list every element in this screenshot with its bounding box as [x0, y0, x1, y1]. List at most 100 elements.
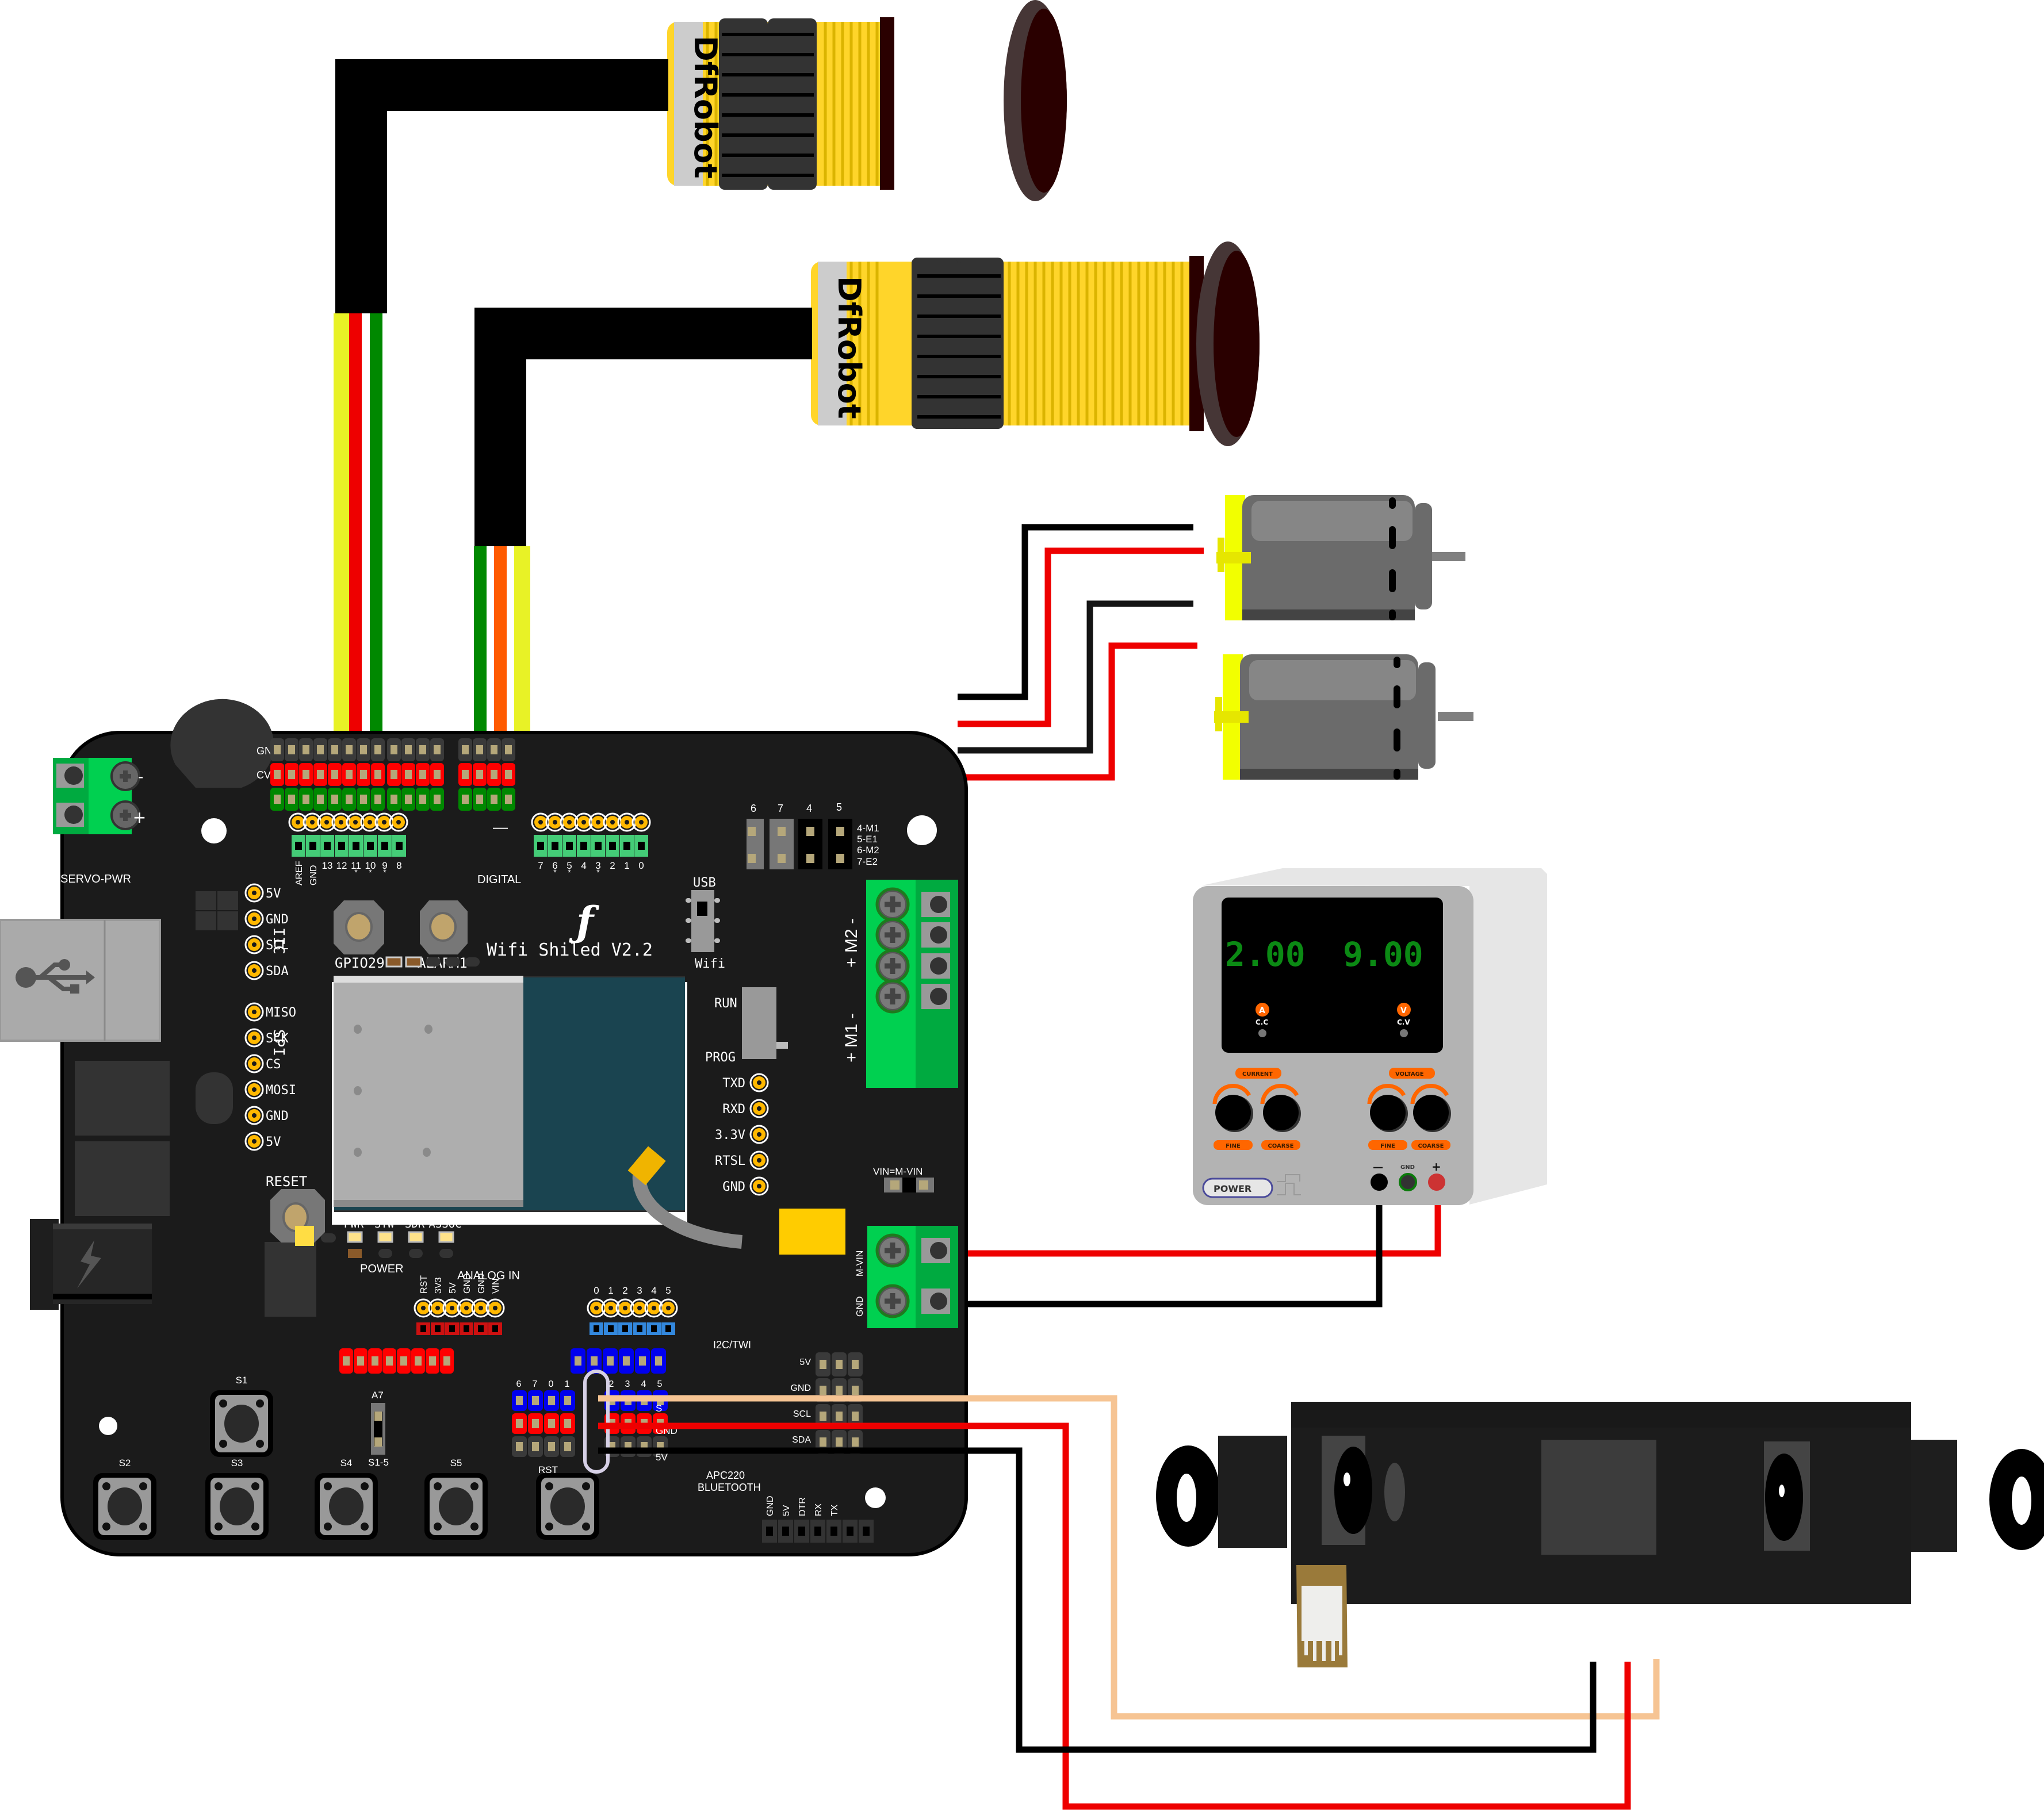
bank-signal-pin[interactable]: [528, 1390, 543, 1411]
servo-header-pin[interactable]: [328, 763, 342, 786]
analog-pin-a5[interactable]: [659, 1298, 678, 1318]
red-row-pin[interactable]: [426, 1348, 439, 1374]
bank-top-pin[interactable]: [571, 1348, 585, 1374]
servo-header-pin[interactable]: [299, 738, 313, 761]
gpio29-button[interactable]: GPIO29: [334, 900, 385, 971]
uart-pin-gnd[interactable]: [749, 1176, 769, 1196]
bank-5v-pin[interactable]: [637, 1436, 652, 1457]
servo-header-pin[interactable]: [487, 738, 501, 761]
bank-5v-pin[interactable]: [544, 1436, 559, 1457]
bank-gnd-pin[interactable]: [544, 1413, 559, 1434]
spi-header-pin-gnd[interactable]: [244, 1106, 264, 1125]
spi-header-pin-sck[interactable]: [244, 1028, 264, 1048]
servo-header-pin[interactable]: [313, 763, 327, 786]
servo-header-pin[interactable]: [270, 788, 284, 811]
power-pin-vin[interactable]: [485, 1298, 505, 1318]
iic-header-pin-gnd[interactable]: [244, 909, 264, 929]
servo-header-pin[interactable]: [371, 763, 385, 786]
red-row-pin[interactable]: [368, 1348, 382, 1374]
terminal-screw[interactable]: [875, 979, 910, 1014]
iic-header-pin-5v[interactable]: [244, 883, 264, 903]
servo-header-pin[interactable]: [357, 763, 370, 786]
uart-pin-rtsl[interactable]: [749, 1151, 769, 1170]
servo-header-pin[interactable]: [430, 738, 444, 761]
psu-power-button[interactable]: POWER: [1202, 1178, 1273, 1198]
servo-header-pin[interactable]: [401, 788, 415, 811]
servo-header-pin[interactable]: [416, 763, 430, 786]
bank-gnd-pin[interactable]: [560, 1413, 575, 1434]
alarm1-button[interactable]: ALARM1: [418, 900, 468, 971]
bank-gnd-pin[interactable]: [528, 1413, 543, 1434]
bank-5v-pin[interactable]: [512, 1436, 527, 1457]
servo-header-pin[interactable]: [430, 788, 444, 811]
servo-header-pin[interactable]: [342, 763, 356, 786]
red-row-pin[interactable]: [397, 1348, 411, 1374]
red-row-pin[interactable]: [354, 1348, 368, 1374]
i2c-pin[interactable]: [832, 1352, 847, 1376]
servo-header-pin[interactable]: [387, 788, 401, 811]
rst-button[interactable]: [536, 1473, 599, 1540]
servo-header-pin[interactable]: [328, 738, 342, 761]
uart-pin-3.3v[interactable]: [749, 1125, 769, 1144]
usb-connector[interactable]: [0, 919, 161, 1042]
iic-header-pin-scl[interactable]: [244, 935, 264, 954]
servo-header-pin[interactable]: [502, 788, 515, 811]
servo-header-pin[interactable]: [342, 738, 356, 761]
spi-header-pin-5v[interactable]: [244, 1132, 264, 1151]
servo-header-pin[interactable]: [357, 788, 370, 811]
bank-top-pin[interactable]: [619, 1348, 634, 1374]
servo-header-pin[interactable]: [328, 788, 342, 811]
servo-header-pin[interactable]: [270, 763, 284, 786]
servo-header-pin[interactable]: [299, 788, 313, 811]
uart-pin-rxd[interactable]: [749, 1099, 769, 1118]
servo-header-pin[interactable]: [313, 788, 327, 811]
servo-header-pin[interactable]: [416, 788, 430, 811]
terminal-screw[interactable]: [875, 918, 910, 952]
servo-header-pin[interactable]: [270, 738, 284, 761]
bank-signal-pin[interactable]: [560, 1390, 575, 1411]
servo-header-pin[interactable]: [313, 738, 327, 761]
servo-header-pin[interactable]: [387, 763, 401, 786]
i2c-pin[interactable]: [848, 1352, 863, 1376]
servo-header-pin[interactable]: [401, 738, 415, 761]
servo-header-pin[interactable]: [473, 763, 487, 786]
servo-header-pin[interactable]: [401, 763, 415, 786]
servo-header-pin[interactable]: [416, 738, 430, 761]
digital-pin-0[interactable]: [631, 812, 651, 832]
spi-header-pin-miso[interactable]: [244, 1002, 264, 1022]
iic-header-pin-sda[interactable]: [244, 961, 264, 980]
servo-header-pin[interactable]: [487, 788, 501, 811]
digital-pin-8[interactable]: [389, 812, 408, 832]
red-row-pin[interactable]: [339, 1348, 353, 1374]
bank-5v-pin[interactable]: [528, 1436, 543, 1457]
servo-header-pin[interactable]: [487, 763, 501, 786]
servo-header-pin[interactable]: [458, 788, 472, 811]
servo-header-pin[interactable]: [430, 763, 444, 786]
servo-header-pin[interactable]: [357, 738, 370, 761]
psu-positive-terminal[interactable]: [1428, 1174, 1445, 1191]
psu-gnd-terminal[interactable]: [1399, 1173, 1417, 1191]
servo-header-pin[interactable]: [502, 738, 515, 761]
terminal-screw[interactable]: [875, 1233, 910, 1268]
servo-header-pin[interactable]: [473, 788, 487, 811]
bank-signal-pin[interactable]: [512, 1390, 527, 1411]
psu-negative-terminal[interactable]: [1371, 1174, 1388, 1191]
bank-top-pin[interactable]: [603, 1348, 618, 1374]
servo-header-pin[interactable]: [458, 738, 472, 761]
servo-header-pin[interactable]: [458, 763, 472, 786]
servo-header-pin[interactable]: [285, 788, 298, 811]
servo-header-pin[interactable]: [285, 738, 298, 761]
spi-header-pin-cs[interactable]: [244, 1054, 264, 1073]
red-row-pin[interactable]: [440, 1348, 454, 1374]
servo-header-pin[interactable]: [371, 738, 385, 761]
terminal-screw[interactable]: [875, 1284, 910, 1318]
servo-header-pin[interactable]: [342, 788, 356, 811]
servo-header-pin[interactable]: [285, 763, 298, 786]
servo-header-pin[interactable]: [371, 788, 385, 811]
bank-5v-pin[interactable]: [560, 1436, 575, 1457]
bank-gnd-pin[interactable]: [512, 1413, 527, 1434]
terminal-screw[interactable]: [875, 887, 910, 922]
servo-header-pin[interactable]: [473, 738, 487, 761]
i2c-pin[interactable]: [816, 1352, 830, 1376]
servo-header-pin[interactable]: [387, 738, 401, 761]
